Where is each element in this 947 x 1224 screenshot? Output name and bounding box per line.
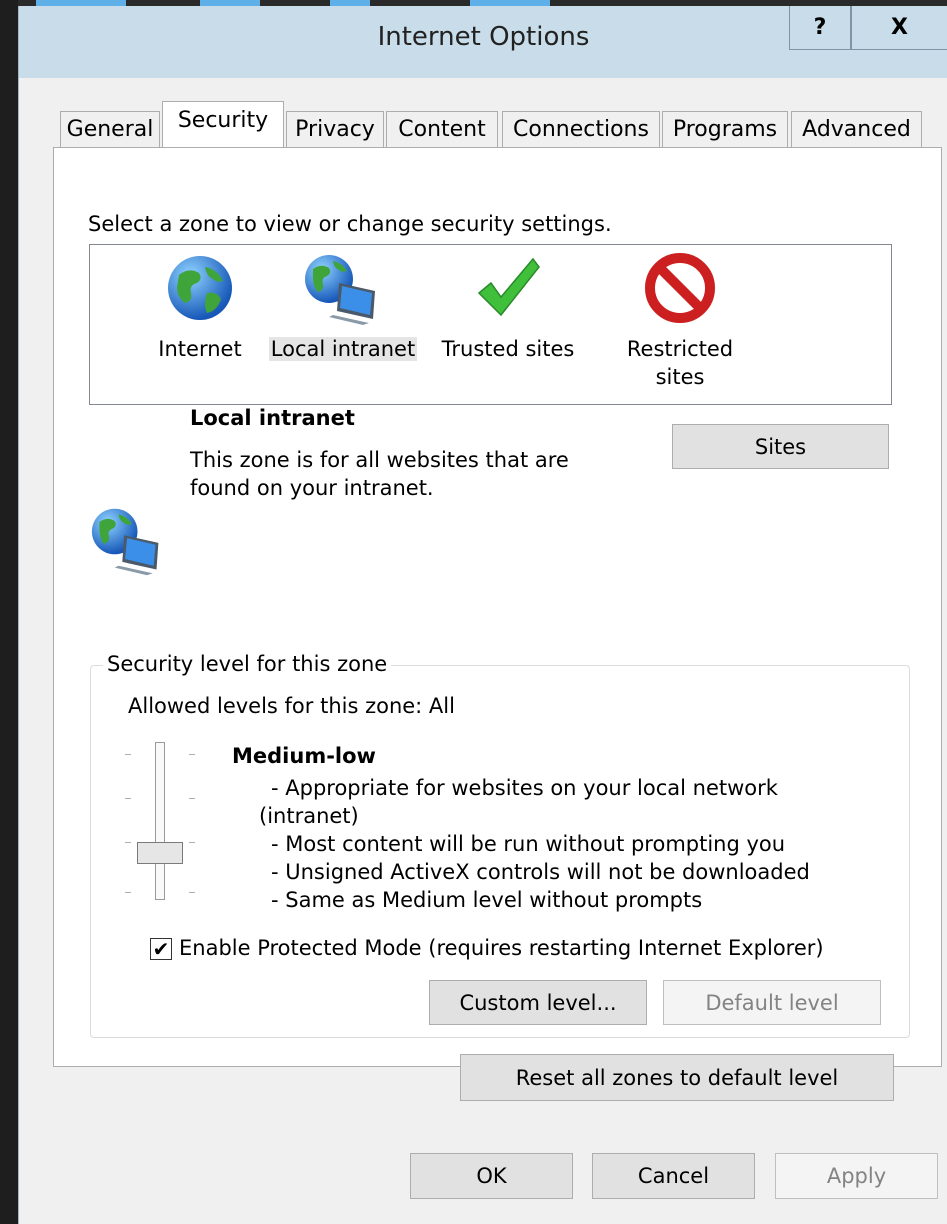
tab-content[interactable]: Content [386,111,498,147]
tab-advanced[interactable]: Advanced [791,111,922,147]
reset-all-zones-button[interactable]: Reset all zones to default level [460,1054,894,1101]
zone-label: Trusted sites [441,337,575,361]
globe-icon [168,256,232,320]
security-level-legend: Security level for this zone [103,652,392,676]
close-button[interactable]: X [851,6,947,50]
level-detail-line: - Most content will be run without promp… [271,832,786,856]
internet-options-dialog: Internet Options ? X General Security Pr… [18,6,947,1224]
zone-instruction: Select a zone to view or change security… [88,212,612,236]
security-level-slider[interactable] [119,742,209,912]
level-detail-line: - Unsigned ActiveX controls will not be … [271,860,810,884]
selected-zone-description-line2: found on your intranet. [190,476,434,500]
security-level-name: Medium-low [232,744,376,768]
protected-mode-checkbox[interactable]: ✔ [150,938,172,960]
zone-label: Restricted [626,337,734,361]
apply-button[interactable]: Apply [775,1153,938,1199]
level-detail-line: - Appropriate for websites on your local… [271,776,778,800]
security-level-group: Security level for this zone Allowed lev… [90,652,910,1038]
slider-track [155,742,165,900]
zone-label: Internet [158,337,242,361]
dialog-client-area: General Security Privacy Content Connect… [19,78,947,1224]
allowed-levels-text: Allowed levels for this zone: All [128,694,455,718]
checkmark-icon [477,257,540,317]
tab-programs[interactable]: Programs [662,111,788,147]
level-detail-line: (intranet) [259,804,359,828]
zone-restricted-sites[interactable]: Restricted sites [600,245,760,405]
intranet-icon [305,255,375,325]
security-tab-panel: Select a zone to view or change security… [53,147,942,1101]
tab-connections[interactable]: Connections [502,111,660,147]
zone-label-line2: sites [655,365,705,389]
tab-general[interactable]: General [60,111,160,147]
zone-internet[interactable]: Internet [120,245,280,405]
desktop-edge [0,0,18,1224]
slider-thumb[interactable] [137,842,183,864]
default-level-button[interactable]: Default level [663,980,881,1025]
help-button[interactable]: ? [789,6,851,50]
selected-zone-description: This zone is for all websites that are [190,448,569,472]
zone-trusted-sites[interactable]: Trusted sites [428,245,588,405]
custom-level-button[interactable]: Custom level... [429,980,647,1025]
tab-security[interactable]: Security [162,101,284,147]
zone-label: Local intranet [268,337,418,361]
selected-zone-name: Local intranet [190,406,355,430]
zone-list: Internet Local intranet Trusted sites Re… [89,244,892,405]
zone-local-intranet[interactable]: Local intranet [258,245,428,405]
level-detail-line: - Same as Medium level without prompts [271,888,703,912]
cancel-button[interactable]: Cancel [592,1153,755,1199]
sites-button[interactable]: Sites [672,424,889,469]
ok-button[interactable]: OK [410,1153,573,1199]
prohibited-icon [645,253,715,323]
intranet-icon [91,508,159,576]
protected-mode-label[interactable]: Enable Protected Mode (requires restarti… [179,936,824,960]
tab-privacy[interactable]: Privacy [286,111,384,147]
